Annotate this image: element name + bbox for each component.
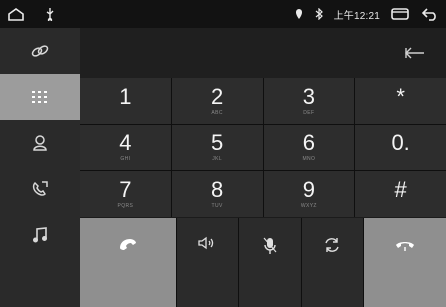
key-letters: PQRS: [117, 203, 134, 210]
key-digit: 0.: [391, 130, 410, 156]
key-letters: TUV: [211, 203, 223, 210]
switch-audio-button[interactable]: [301, 218, 363, 307]
key-digit: 8: [211, 177, 224, 203]
key-letters: ABC: [211, 109, 223, 116]
key-letters: JKL: [212, 156, 223, 163]
key-7[interactable]: 7 PQRS: [80, 171, 171, 217]
key-letters: DEF: [303, 109, 315, 116]
key-6[interactable]: 6 MNO: [263, 124, 355, 171]
key-digit: 9: [302, 177, 315, 203]
sidebar-item-contacts[interactable]: [0, 120, 80, 166]
dial-input-row: [80, 28, 446, 78]
music-icon: [33, 227, 47, 243]
contacts-icon: [33, 135, 47, 151]
key-digit: 2: [211, 83, 224, 109]
call-log-icon: [32, 181, 48, 196]
sidebar-item-link[interactable]: [0, 28, 80, 74]
key-5[interactable]: 5 JKL: [171, 124, 263, 171]
key-digit: 4: [119, 130, 132, 156]
switch-audio-icon: [325, 238, 339, 252]
key-letters: WXYZ: [300, 203, 317, 210]
key-3[interactable]: 3 DEF: [263, 78, 355, 124]
key-8[interactable]: 8 TUV: [171, 171, 263, 217]
speaker-button[interactable]: [177, 218, 239, 307]
link-icon: [31, 45, 49, 57]
bluetooth-icon: [314, 4, 324, 24]
call-button[interactable]: [80, 218, 176, 307]
key-digit: 1: [119, 83, 132, 109]
clock: 上午12:21: [333, 10, 380, 22]
key-digit: #: [394, 177, 407, 203]
call-action-bar: [80, 218, 446, 307]
location-icon: [294, 4, 304, 24]
sidebar-item-call-log[interactable]: [0, 166, 80, 212]
key-9[interactable]: 9 WXYZ: [263, 171, 355, 217]
key-2[interactable]: 2 ABC: [171, 78, 263, 124]
home-icon[interactable]: [6, 4, 26, 24]
speaker-icon: [198, 236, 213, 250]
key-4[interactable]: 4 GHI: [80, 124, 171, 171]
back-icon[interactable]: [420, 4, 440, 24]
dialpad-icon: [32, 91, 47, 103]
hang-up-button[interactable]: [363, 218, 446, 307]
key-digit: 5: [211, 130, 224, 156]
usb-icon: [40, 4, 60, 24]
key-letters: GHI: [120, 156, 131, 163]
call-icon: [120, 239, 136, 250]
key-digit: *: [396, 83, 405, 109]
key-digit: 7: [119, 177, 132, 203]
key-star[interactable]: *: [355, 78, 446, 124]
mute-button[interactable]: [239, 218, 301, 307]
recent-apps-icon[interactable]: [390, 4, 410, 24]
sidebar-item-music[interactable]: [0, 212, 80, 258]
key-digit: 3: [302, 83, 315, 109]
mute-mic-icon: [263, 237, 277, 254]
backspace-icon: [405, 47, 424, 59]
key-1[interactable]: 1: [80, 78, 171, 124]
dial-keypad: 1 2 ABC 3 DEF * 4 GHI 5 JKL 6 MNO 0. 7 PQRS 8T…: [80, 78, 446, 217]
key-letters: MNO: [302, 156, 316, 163]
key-hash[interactable]: #: [355, 171, 446, 217]
sidebar: [0, 28, 80, 307]
key-0[interactable]: 0.: [355, 124, 446, 171]
key-digit: 6: [302, 130, 315, 156]
hang-up-icon: [395, 242, 414, 251]
status-bar: 上午12:21: [0, 0, 446, 28]
sidebar-item-dialpad[interactable]: [0, 74, 80, 120]
backspace-button[interactable]: [400, 41, 430, 65]
